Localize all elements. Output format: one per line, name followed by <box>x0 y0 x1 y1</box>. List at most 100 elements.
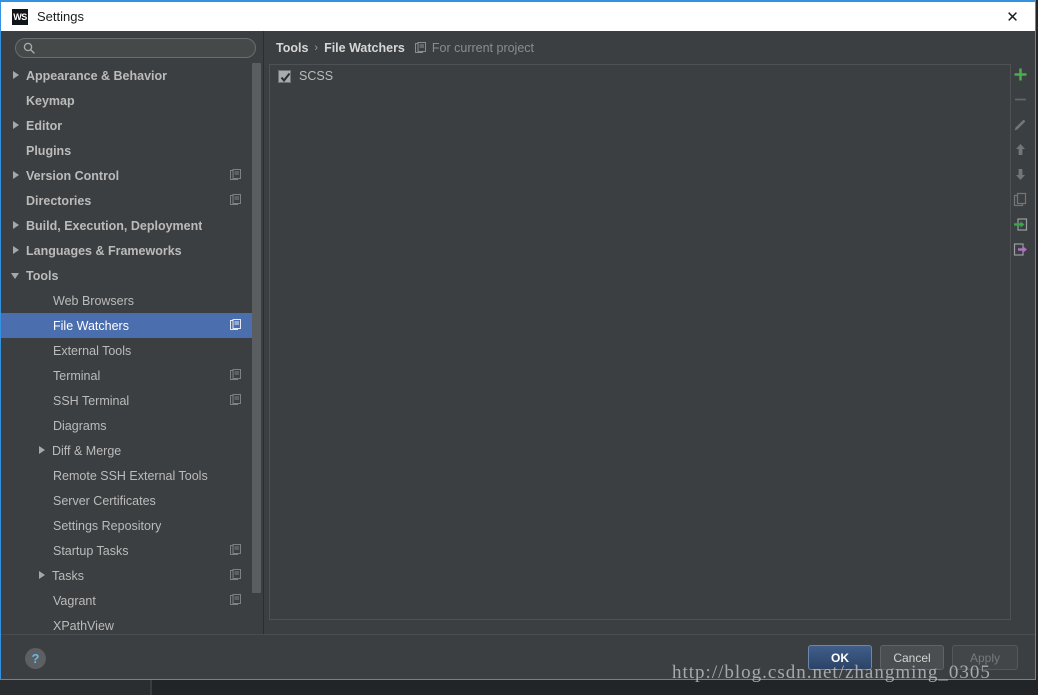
dialog-body: Appearance & Behavior Keymap Editor Plugins… <box>1 31 1035 634</box>
pencil-icon <box>1013 117 1028 137</box>
close-icon[interactable]: ✕ <box>990 2 1035 32</box>
project-scope-icon <box>414 42 426 53</box>
project-scope-icon <box>230 369 241 380</box>
chevron-right-icon[interactable] <box>11 245 22 256</box>
chevron-right-icon[interactable] <box>37 445 48 456</box>
sidebar-item-label: Diagrams <box>53 418 107 433</box>
sidebar-item-label: File Watchers <box>53 318 129 333</box>
export-button[interactable] <box>1009 239 1031 264</box>
sidebar-item-label: Startup Tasks <box>53 543 129 558</box>
scope-label: For current project <box>431 41 535 55</box>
sidebar-item-directories[interactable]: Directories <box>1 188 253 213</box>
breadcrumb-leaf: File Watchers <box>324 41 405 55</box>
watcher-checkbox[interactable] <box>278 69 291 83</box>
screen: WS Settings ✕ Appearance & Behavior Keyma… <box>0 0 1038 695</box>
arrow-up-icon <box>1013 142 1028 162</box>
sidebar-item-label: Build, Execution, Deployment <box>26 218 203 233</box>
sidebar-item-label: Plugins <box>26 143 72 158</box>
title-bar: WS Settings ✕ <box>1 0 1035 31</box>
project-scope-icon <box>230 594 241 605</box>
sidebar-item-label: Keymap <box>26 93 75 108</box>
chevron-right-icon[interactable] <box>11 120 22 131</box>
sidebar-item-web-browsers[interactable]: Web Browsers <box>1 288 253 313</box>
sidebar-item-version-control[interactable]: Version Control <box>1 163 253 188</box>
file-watchers-list[interactable]: SCSS <box>269 64 1011 620</box>
chevron-down-icon[interactable] <box>11 270 22 281</box>
sidebar-item-remote-ssh-external-tools[interactable]: Remote SSH External Tools <box>1 463 253 488</box>
sidebar-item-build-execution-deployment[interactable]: Build, Execution, Deployment <box>1 213 253 238</box>
dialog-footer: ? OK Cancel Apply <box>1 634 1035 679</box>
sidebar-item-plugins[interactable]: Plugins <box>1 138 253 163</box>
sidebar-item-languages-frameworks[interactable]: Languages & Frameworks <box>1 238 253 263</box>
sidebar-item-file-watchers[interactable]: File Watchers <box>1 313 253 338</box>
import-button[interactable] <box>1009 214 1031 239</box>
copy-icon <box>1013 192 1028 212</box>
sidebar-item-label: Directories <box>26 193 92 208</box>
sidebar-item-startup-tasks[interactable]: Startup Tasks <box>1 538 253 563</box>
sidebar-scrollbar-track[interactable] <box>252 63 262 634</box>
add-button[interactable] <box>1009 64 1031 89</box>
chevron-right-icon[interactable] <box>11 70 22 81</box>
sidebar-item-terminal[interactable]: Terminal <box>1 363 253 388</box>
ok-button[interactable]: OK <box>808 645 872 670</box>
search-input[interactable] <box>40 39 254 59</box>
sidebar-item-server-certificates[interactable]: Server Certificates <box>1 488 253 513</box>
sidebar-item-label: Terminal <box>53 368 101 383</box>
sidebar-item-tools[interactable]: Tools <box>1 263 253 288</box>
sidebar-item-vagrant[interactable]: Vagrant <box>1 588 253 613</box>
search-box[interactable] <box>15 38 256 59</box>
project-scope-icon <box>230 544 241 555</box>
breadcrumb-separator: › <box>314 42 319 54</box>
import-arrow-icon <box>1013 217 1028 237</box>
sidebar-item-label: Server Certificates <box>53 493 156 508</box>
sidebar-item-diagrams[interactable]: Diagrams <box>1 413 253 438</box>
webstorm-logo: WS <box>12 8 28 25</box>
project-scope-icon <box>230 394 241 405</box>
arrow-down-icon <box>1013 167 1028 187</box>
sidebar-item-label: Tools <box>26 268 59 283</box>
minus-icon <box>1013 92 1028 112</box>
sidebar-item-label: XPathView <box>53 618 114 633</box>
sidebar-item-appearance-behavior[interactable]: Appearance & Behavior <box>1 63 253 88</box>
chevron-right-icon[interactable] <box>11 220 22 231</box>
breadcrumb-root[interactable]: Tools <box>276 41 308 55</box>
move-down-button <box>1009 164 1031 189</box>
chevron-right-icon[interactable] <box>37 570 48 581</box>
sidebar-item-external-tools[interactable]: External Tools <box>1 338 253 363</box>
export-arrow-icon <box>1013 242 1028 262</box>
project-scope-icon <box>230 169 241 180</box>
sidebar-item-label: Diff & Merge <box>52 443 122 458</box>
sidebar-item-label: Remote SSH External Tools <box>53 468 208 483</box>
watcher-name: SCSS <box>299 69 334 83</box>
project-scope-icon <box>230 194 241 205</box>
search-container <box>15 38 256 59</box>
sidebar-scrollbar-thumb[interactable] <box>252 63 261 593</box>
project-scope-icon <box>230 319 241 330</box>
settings-tree[interactable]: Appearance & Behavior Keymap Editor Plugins… <box>1 63 253 634</box>
sidebar-item-diff-merge[interactable]: Diff & Merge <box>1 438 253 463</box>
sidebar-item-tasks[interactable]: Tasks <box>1 563 253 588</box>
breadcrumb: Tools › File Watchers For current projec… <box>276 41 534 55</box>
sidebar-item-label: External Tools <box>53 343 132 358</box>
watcher-row[interactable]: SCSS <box>270 65 1010 87</box>
help-button[interactable]: ? <box>25 648 46 669</box>
settings-content: Tools › File Watchers For current projec… <box>264 31 1035 634</box>
sidebar-item-label: Settings Repository <box>53 518 162 533</box>
sidebar-item-label: SSH Terminal <box>53 393 130 408</box>
window-title: Settings <box>37 9 84 24</box>
sidebar-item-label: Tasks <box>52 568 84 583</box>
sidebar-item-label: Web Browsers <box>53 293 135 308</box>
project-scope-icon <box>230 569 241 580</box>
copy-button <box>1009 189 1031 214</box>
sidebar-item-ssh-terminal[interactable]: SSH Terminal <box>1 388 253 413</box>
sidebar-item-xpathview[interactable]: XPathView <box>1 613 253 634</box>
sidebar-item-label: Vagrant <box>53 593 96 608</box>
move-up-button <box>1009 139 1031 164</box>
sidebar-item-editor[interactable]: Editor <box>1 113 253 138</box>
edit-button <box>1009 114 1031 139</box>
settings-sidebar: Appearance & Behavior Keymap Editor Plugins… <box>1 31 264 634</box>
sidebar-item-settings-repository[interactable]: Settings Repository <box>1 513 253 538</box>
chevron-right-icon[interactable] <box>11 170 22 181</box>
sidebar-item-keymap[interactable]: Keymap <box>1 88 253 113</box>
cancel-button[interactable]: Cancel <box>880 645 944 670</box>
